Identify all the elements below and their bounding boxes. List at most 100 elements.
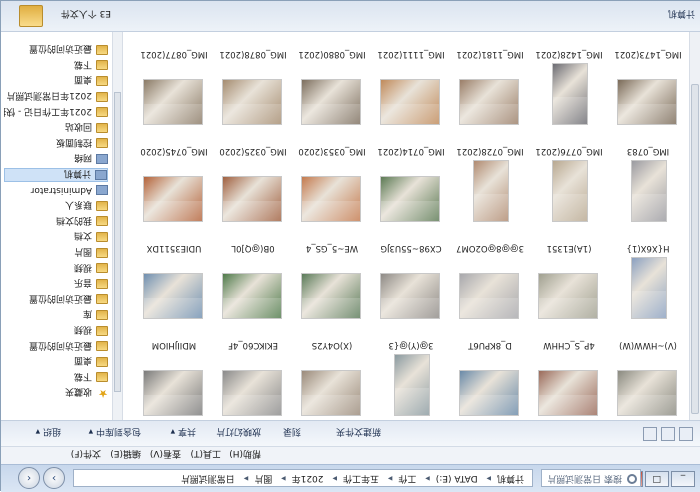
file-name: IMG_0325(2020 xyxy=(219,146,287,156)
menu-help[interactable]: 帮助(H) xyxy=(229,448,261,461)
file-item[interactable]: H{X6X(1} xyxy=(609,226,687,323)
sidebar-item[interactable]: 控制面板 xyxy=(4,136,108,150)
file-item[interactable]: (X)O4Y2S xyxy=(293,323,371,420)
folder-header: 计算机 E3 个人文件 xyxy=(1,1,700,32)
organize-button[interactable]: 组织 ▾ xyxy=(36,426,61,439)
sidebar-item[interactable]: 文档 xyxy=(4,230,108,244)
chevron-right-icon: ▸ xyxy=(243,473,249,483)
file-item[interactable]: 0B(@Q]0L xyxy=(214,226,292,323)
sidebar-item[interactable]: 最近访问的位置 xyxy=(4,292,108,306)
help-icon[interactable] xyxy=(679,427,693,441)
new-folder-button[interactable]: 新建文件夹 xyxy=(336,426,381,439)
sidebar-item-label: 最近访问的位置 xyxy=(28,43,92,54)
view-options-icon[interactable] xyxy=(643,427,657,441)
scrollbar-thumb[interactable] xyxy=(691,84,699,414)
file-item[interactable]: CX98~55U3JG xyxy=(372,226,450,323)
breadcrumb-computer[interactable]: 计算机 xyxy=(497,473,524,483)
file-item[interactable]: MDIIJHIOM xyxy=(135,323,213,420)
folder-icon xyxy=(96,356,108,367)
back-button[interactable]: ‹ xyxy=(18,467,40,489)
minimize-button[interactable]: _ xyxy=(671,471,695,487)
menu-view[interactable]: 查看(V) xyxy=(150,448,181,461)
file-item[interactable]: IMG_0776(2021 xyxy=(530,129,608,226)
sidebar-item[interactable]: 视频 xyxy=(4,324,108,338)
sidebar-item[interactable]: 库 xyxy=(4,308,108,322)
burn-button[interactable]: 刻录 xyxy=(283,426,301,439)
menu-edit[interactable]: 编辑(E) xyxy=(110,448,141,461)
file-item[interactable]: IMG_0714(2021 xyxy=(372,129,450,226)
file-item[interactable]: (1A)E1351 xyxy=(530,226,608,323)
breadcrumb-2021[interactable]: 2021年 xyxy=(292,473,324,483)
file-item[interactable]: IMG_0783 xyxy=(609,129,687,226)
file-item[interactable]: IMG_0325(2020 xyxy=(214,129,292,226)
file-item[interactable]: IMG_1428(2021 xyxy=(530,32,608,129)
file-item[interactable]: IMG_0878(2021 xyxy=(214,32,292,129)
file-name: (X)O4Y2S xyxy=(311,340,353,350)
menu-file[interactable]: 文件(F) xyxy=(71,448,101,461)
maximize-button[interactable]: □ xyxy=(645,471,669,487)
file-item[interactable]: UDIE3511DX xyxy=(135,226,213,323)
sidebar-item[interactable]: 我的文档 xyxy=(4,214,108,228)
sidebar-scrollbar-thumb[interactable] xyxy=(114,92,121,392)
file-item[interactable]: IMG_0880(2021 xyxy=(293,32,371,129)
preview-pane-icon[interactable] xyxy=(661,427,675,441)
sidebar-item-label: 收藏夹 xyxy=(64,386,92,397)
breadcrumb-work[interactable]: 工作 xyxy=(398,473,416,483)
share-button[interactable]: 共享 ▾ xyxy=(171,426,196,439)
file-item[interactable]: 3@@8@O2OM7 xyxy=(451,226,529,323)
menu-tools[interactable]: 工具(T) xyxy=(190,448,221,461)
sidebar-item[interactable]: 桌面 xyxy=(4,355,108,369)
photo-thumbnail xyxy=(301,79,361,125)
sidebar-item[interactable]: 最近访问的位置 xyxy=(4,339,108,353)
file-item[interactable]: 4P_S_CHHW xyxy=(530,323,608,420)
file-item[interactable]: IMG_0745(2020 xyxy=(135,129,213,226)
star-icon: ★ xyxy=(98,387,108,400)
file-name: IMG_0877(2021 xyxy=(140,49,208,59)
file-item[interactable]: EKIKC60_4F xyxy=(214,323,292,420)
file-item[interactable]: IMG_1181(2021 xyxy=(451,32,529,129)
file-item[interactable]: (V)~HWW(W) xyxy=(609,323,687,420)
sidebar-item[interactable]: 2021年日常测试照片 xyxy=(4,90,108,104)
sidebar-item[interactable]: 音乐 xyxy=(4,277,108,291)
sidebar-item[interactable]: Administrator xyxy=(4,183,108,197)
breadcrumb-pictures[interactable]: 图片 xyxy=(254,473,272,483)
sidebar-item[interactable]: 下载 xyxy=(4,370,108,384)
sidebar-item[interactable]: 回收站 xyxy=(4,121,108,135)
sidebar-item[interactable]: 下载 xyxy=(4,58,108,72)
sidebar-item[interactable]: 桌面 xyxy=(4,74,108,88)
file-item[interactable]: IMG_1111(2021 xyxy=(372,32,450,129)
file-name: CX98~55U3JG xyxy=(380,243,442,253)
file-item[interactable]: IMG_0353(2020 xyxy=(293,129,371,226)
sidebar-item-label: 联系人 xyxy=(64,199,92,210)
include-in-library-button[interactable]: 包含到库中 ▾ xyxy=(89,426,141,439)
sidebar-item[interactable]: 2021年工作日记 - 快捷 xyxy=(4,105,108,119)
breadcrumb-daily-test-photos[interactable]: 日常测试照片 xyxy=(181,473,235,483)
slideshow-button[interactable]: 放映幻灯片 xyxy=(216,426,261,439)
file-item[interactable]: 3@(Y)@{3 xyxy=(372,323,450,420)
search-input[interactable]: 搜索 日常测试照片 xyxy=(541,469,641,487)
address-bar[interactable]: 计算机 ▸ DATA (E:) ▸ 工作 ▸ 五年工作 ▸ 2021年 ▸ 图片 ▸ 日常测… xyxy=(73,469,533,487)
file-item[interactable]: WE~5_GS_4 xyxy=(293,226,371,323)
file-item[interactable]: D_8KPU6T xyxy=(451,323,529,420)
sidebar-item[interactable]: 计算机 xyxy=(4,167,108,182)
sidebar-item[interactable]: ★ 收藏夹 xyxy=(4,386,108,401)
breadcrumb-data[interactable]: DATA (E:) xyxy=(436,473,478,483)
sidebar-scrollbar[interactable] xyxy=(112,32,122,420)
breadcrumb-five-year-work[interactable]: 五年工作 xyxy=(343,473,379,483)
file-item[interactable]: IMG_0728(2021 xyxy=(451,129,529,226)
sidebar-item[interactable]: 视频 xyxy=(4,261,108,275)
sidebar-item-label: 最近访问的位置 xyxy=(28,339,92,350)
photo-thumbnail xyxy=(459,79,519,125)
sidebar-item[interactable]: 最近访问的位置 xyxy=(4,43,108,57)
sidebar-item[interactable]: 图片 xyxy=(4,246,108,260)
sidebar-item[interactable]: 联系人 xyxy=(4,199,108,213)
file-item[interactable]: IMG_1473(2021 xyxy=(609,32,687,129)
sidebar-item[interactable]: 网络 xyxy=(4,152,108,166)
photo-thumbnail xyxy=(538,370,598,416)
sidebar-item-label: 计算机 xyxy=(63,168,91,179)
file-item[interactable]: IMG_0877(2021 xyxy=(135,32,213,129)
forward-button[interactable]: › xyxy=(43,467,65,489)
chevron-right-icon: ▸ xyxy=(332,473,337,483)
photo-thumbnail xyxy=(143,176,203,222)
content-scrollbar[interactable] xyxy=(689,32,700,420)
